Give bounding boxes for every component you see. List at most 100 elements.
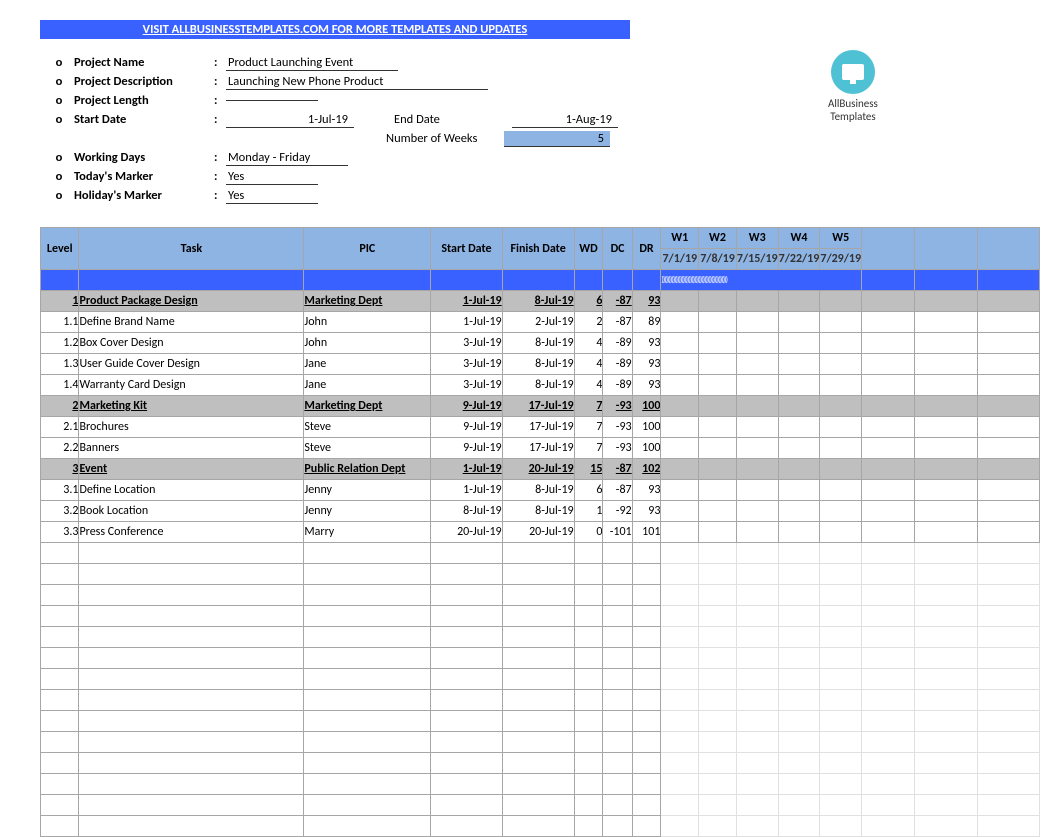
table-row[interactable]: 2.1BrochuresSteve9-Jul-1917-Jul-197-9310… [41, 417, 1040, 438]
cell-finish: 17-Jul-19 [502, 417, 574, 438]
week-5-date: 7/29/19 [820, 249, 862, 270]
cell-dr: 89 [632, 312, 661, 333]
col-finish: Finish Date [502, 228, 574, 270]
table-row-empty[interactable] [41, 711, 1040, 732]
cell-dc: -101 [603, 522, 632, 543]
cell-finish: 20-Jul-19 [502, 522, 574, 543]
cell-level: 3.2 [41, 501, 79, 522]
col-pic: PIC [304, 228, 431, 270]
cell-dc: -93 [603, 417, 632, 438]
cell-pic: John [304, 312, 431, 333]
start-date-value[interactable]: 1-Jul-19 [226, 112, 354, 128]
cell-dc: -87 [603, 312, 632, 333]
cell-task: Product Package Design [79, 291, 304, 312]
table-row-empty[interactable] [41, 816, 1040, 837]
cell-start: 20-Jul-19 [431, 522, 502, 543]
table-row[interactable]: 2Marketing KitMarketing Dept9-Jul-1917-J… [41, 396, 1040, 417]
table-row[interactable]: 1Product Package DesignMarketing Dept1-J… [41, 291, 1040, 312]
table-row-empty[interactable] [41, 774, 1040, 795]
today-marker-value[interactable]: Yes [226, 169, 318, 185]
cell-wd: 4 [574, 375, 603, 396]
end-date-label: End Date [394, 112, 512, 127]
holiday-marker-value[interactable]: Yes [226, 188, 318, 204]
week-1-date: 7/1/19 [661, 249, 699, 270]
cell-finish: 8-Jul-19 [502, 375, 574, 396]
cell-task: Event [79, 459, 304, 480]
table-row[interactable]: 3EventPublic Relation Dept1-Jul-1920-Jul… [41, 459, 1040, 480]
table-row[interactable]: 1.4Warranty Card DesignJane3-Jul-198-Jul… [41, 375, 1040, 396]
cell-wd: 1 [574, 501, 603, 522]
cell-dr: 93 [632, 501, 661, 522]
week-1: W1 [661, 228, 699, 249]
table-row-empty[interactable] [41, 753, 1040, 774]
table-row-empty[interactable] [41, 585, 1040, 606]
table-row-empty[interactable] [41, 606, 1040, 627]
table-row-empty[interactable] [41, 648, 1040, 669]
cell-start: 1-Jul-19 [431, 312, 502, 333]
table-row[interactable]: 3.3Press ConferenceMarry20-Jul-1920-Jul-… [41, 522, 1040, 543]
cell-task: Banners [79, 438, 304, 459]
gantt-table: Level Task PIC Start Date Finish Date WD… [40, 227, 1040, 837]
num-weeks-label: Number of Weeks [386, 131, 504, 146]
cell-start: 9-Jul-19 [431, 417, 502, 438]
table-row[interactable]: 2.2BannersSteve9-Jul-1917-Jul-197-93100 [41, 438, 1040, 459]
table-row-empty[interactable] [41, 627, 1040, 648]
col-task: Task [79, 228, 304, 270]
table-row[interactable]: 3.1Define LocationJenny1-Jul-198-Jul-196… [41, 480, 1040, 501]
cell-dr: 100 [632, 417, 661, 438]
cell-start: 3-Jul-19 [431, 375, 502, 396]
cell-level: 1.4 [41, 375, 79, 396]
cell-task: Book Location [79, 501, 304, 522]
cell-dr: 93 [632, 480, 661, 501]
working-days-value[interactable]: Monday - Friday [226, 150, 348, 166]
end-date-value[interactable]: 1-Aug-19 [512, 112, 618, 128]
week-2: W2 [699, 228, 737, 249]
table-row-empty[interactable] [41, 690, 1040, 711]
cell-dc: -89 [603, 333, 632, 354]
table-row-empty[interactable] [41, 564, 1040, 585]
blank-col-2 [915, 228, 977, 270]
cell-task: Brochures [79, 417, 304, 438]
table-row[interactable]: 3.2Book LocationJenny8-Jul-198-Jul-191-9… [41, 501, 1040, 522]
project-desc-value[interactable]: Launching New Phone Product [226, 74, 488, 90]
table-row-empty[interactable] [41, 795, 1040, 816]
col-start: Start Date [431, 228, 502, 270]
cell-wd: 6 [574, 291, 603, 312]
cell-task: Define Brand Name [79, 312, 304, 333]
logo-text-2: Templates [828, 110, 878, 123]
cell-start: 3-Jul-19 [431, 333, 502, 354]
cell-dr: 100 [632, 396, 661, 417]
cell-wd: 7 [574, 417, 603, 438]
cell-finish: 20-Jul-19 [502, 459, 574, 480]
cell-wd: 2 [574, 312, 603, 333]
table-row-empty[interactable] [41, 669, 1040, 690]
cell-finish: 8-Jul-19 [502, 291, 574, 312]
table-row[interactable]: 1.2Box Cover DesignJohn3-Jul-198-Jul-194… [41, 333, 1040, 354]
cell-start: 9-Jul-19 [431, 438, 502, 459]
week-4: W4 [778, 228, 820, 249]
project-meta: o Project Name : Product Launching Event… [44, 53, 1040, 205]
cell-wd: 0 [574, 522, 603, 543]
project-name-value[interactable]: Product Launching Event [226, 55, 398, 71]
cell-level: 1.1 [41, 312, 79, 333]
project-length-value[interactable] [226, 100, 318, 101]
num-weeks-value[interactable]: 5 [504, 131, 610, 147]
project-name-label: Project Name [74, 55, 214, 70]
week-3: W3 [736, 228, 778, 249]
cell-dr: 93 [632, 291, 661, 312]
title-banner[interactable]: VISIT ALLBUSINESSTEMPLATES.COM FOR MORE … [40, 20, 630, 39]
cell-dr: 93 [632, 375, 661, 396]
cell-finish: 17-Jul-19 [502, 396, 574, 417]
cell-pic: Jane [304, 354, 431, 375]
project-desc-label: Project Description [74, 74, 214, 89]
cell-dc: -89 [603, 375, 632, 396]
table-row[interactable]: 1.1Define Brand NameJohn1-Jul-192-Jul-19… [41, 312, 1040, 333]
table-row[interactable]: 1.3User Guide Cover DesignJane3-Jul-198-… [41, 354, 1040, 375]
table-row-empty[interactable] [41, 732, 1040, 753]
blank-col-3 [977, 228, 1039, 270]
col-wd: WD [574, 228, 603, 270]
table-row-empty[interactable] [41, 543, 1040, 564]
cell-pic: John [304, 333, 431, 354]
cell-dr: 101 [632, 522, 661, 543]
working-days-label: Working Days [74, 150, 214, 165]
